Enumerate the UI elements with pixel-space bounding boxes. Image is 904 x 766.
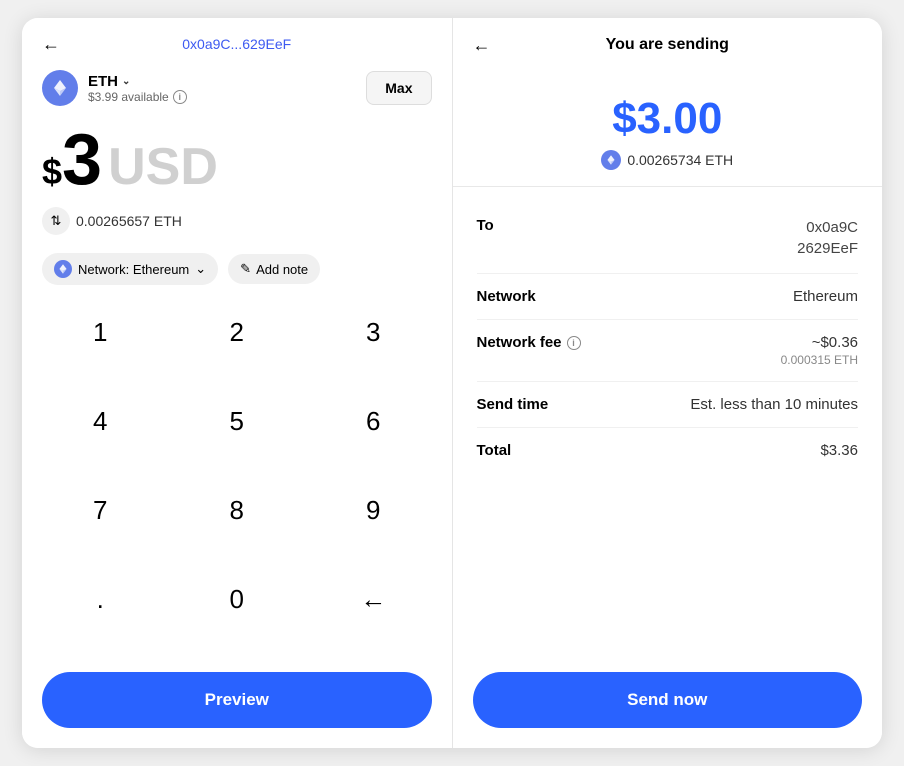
amount-number: 3 bbox=[62, 124, 102, 196]
sending-eth-row: 0.00265734 ETH bbox=[473, 150, 863, 170]
eth-equiv-row: ⇅ 0.00265657 ETH bbox=[22, 201, 452, 245]
token-text: ETH ⌄ $3.99 available i bbox=[88, 73, 187, 104]
dollar-sign: $ bbox=[42, 151, 62, 193]
network-eth-icon bbox=[54, 260, 72, 278]
fee-label-row: Network fee i bbox=[477, 334, 581, 351]
max-button[interactable]: Max bbox=[366, 71, 431, 105]
back-button-left[interactable]: ← bbox=[42, 34, 60, 55]
to-label: To bbox=[477, 217, 494, 234]
sending-eth-amount: 0.00265734 ETH bbox=[627, 152, 733, 168]
sending-usd-amount: $3.00 bbox=[473, 94, 863, 144]
key-3[interactable]: 3 bbox=[305, 301, 442, 363]
fee-eth: 0.000315 ETH bbox=[781, 353, 858, 367]
fee-label: Network fee bbox=[477, 334, 562, 351]
swap-icon[interactable]: ⇅ bbox=[42, 207, 70, 235]
amount-currency: USD bbox=[108, 137, 218, 197]
numpad: 1 2 3 4 5 6 7 8 9 . 0 ← bbox=[22, 297, 452, 662]
key-2[interactable]: 2 bbox=[169, 301, 306, 363]
key-dot[interactable]: . bbox=[32, 569, 169, 631]
token-info[interactable]: ETH ⌄ $3.99 available i bbox=[42, 70, 187, 106]
confirm-panel: ← You are sending $3.00 0.00265734 ETH bbox=[452, 18, 883, 748]
send-time-row: Send time Est. less than 10 minutes bbox=[477, 382, 859, 428]
fee-usd: ~$0.36 bbox=[781, 334, 858, 351]
details-section: To 0x0a9C 2629EeF Network Ethereum Netwo… bbox=[453, 187, 883, 662]
key-1[interactable]: 1 bbox=[32, 301, 169, 363]
key-7[interactable]: 7 bbox=[32, 480, 169, 542]
right-header-title: You are sending bbox=[606, 36, 729, 54]
network-chevron: ⌄ bbox=[195, 261, 206, 277]
amount-display: $ 3 USD bbox=[22, 114, 452, 201]
available-info-icon[interactable]: i bbox=[173, 90, 187, 104]
key-6[interactable]: 6 bbox=[305, 390, 442, 452]
token-chevron: ⌄ bbox=[122, 76, 130, 87]
network-label: Network: Ethereum bbox=[78, 262, 189, 277]
fee-info-icon[interactable]: i bbox=[567, 336, 581, 350]
pencil-icon: ✎ bbox=[240, 261, 251, 277]
network-button[interactable]: Network: Ethereum ⌄ bbox=[42, 253, 218, 285]
network-detail-value: Ethereum bbox=[793, 288, 858, 305]
token-name-label[interactable]: ETH ⌄ bbox=[88, 73, 187, 90]
token-row: ETH ⌄ $3.99 available i Max bbox=[22, 62, 452, 114]
eth-logo bbox=[42, 70, 78, 106]
sending-amount-section: $3.00 0.00265734 ETH bbox=[453, 64, 883, 187]
small-eth-icon bbox=[601, 150, 621, 170]
send-panel: ← 0x0a9C...629EeF ETH ⌄ bbox=[22, 18, 452, 748]
key-backspace[interactable]: ← bbox=[305, 569, 442, 631]
right-header: ← You are sending bbox=[453, 18, 883, 64]
to-row: To 0x0a9C 2629EeF bbox=[477, 203, 859, 274]
preview-button[interactable]: Preview bbox=[42, 672, 432, 728]
network-detail-row: Network Ethereum bbox=[477, 274, 859, 320]
to-address: 0x0a9C 2629EeF bbox=[797, 217, 858, 259]
total-row: Total $3.36 bbox=[477, 428, 859, 473]
add-note-label: Add note bbox=[256, 262, 308, 277]
total-value: $3.36 bbox=[820, 442, 858, 459]
key-8[interactable]: 8 bbox=[169, 480, 306, 542]
fee-value-col: ~$0.36 0.000315 ETH bbox=[781, 334, 858, 367]
key-5[interactable]: 5 bbox=[169, 390, 306, 452]
send-time-value: Est. less than 10 minutes bbox=[690, 396, 858, 413]
back-button-right[interactable]: ← bbox=[473, 35, 491, 56]
total-label: Total bbox=[477, 442, 512, 459]
wallet-address: 0x0a9C...629EeF bbox=[182, 36, 291, 52]
network-row: Network: Ethereum ⌄ ✎ Add note bbox=[22, 245, 452, 297]
key-0[interactable]: 0 bbox=[169, 569, 306, 631]
network-detail-label: Network bbox=[477, 288, 536, 305]
add-note-button[interactable]: ✎ Add note bbox=[228, 254, 320, 284]
token-available: $3.99 available i bbox=[88, 90, 187, 104]
eth-equiv-text: 0.00265657 ETH bbox=[76, 213, 182, 229]
send-now-button[interactable]: Send now bbox=[473, 672, 863, 728]
key-9[interactable]: 9 bbox=[305, 480, 442, 542]
key-4[interactable]: 4 bbox=[32, 390, 169, 452]
send-time-label: Send time bbox=[477, 396, 549, 413]
left-header: ← 0x0a9C...629EeF bbox=[22, 18, 452, 62]
fee-row: Network fee i ~$0.36 0.000315 ETH bbox=[477, 320, 859, 382]
